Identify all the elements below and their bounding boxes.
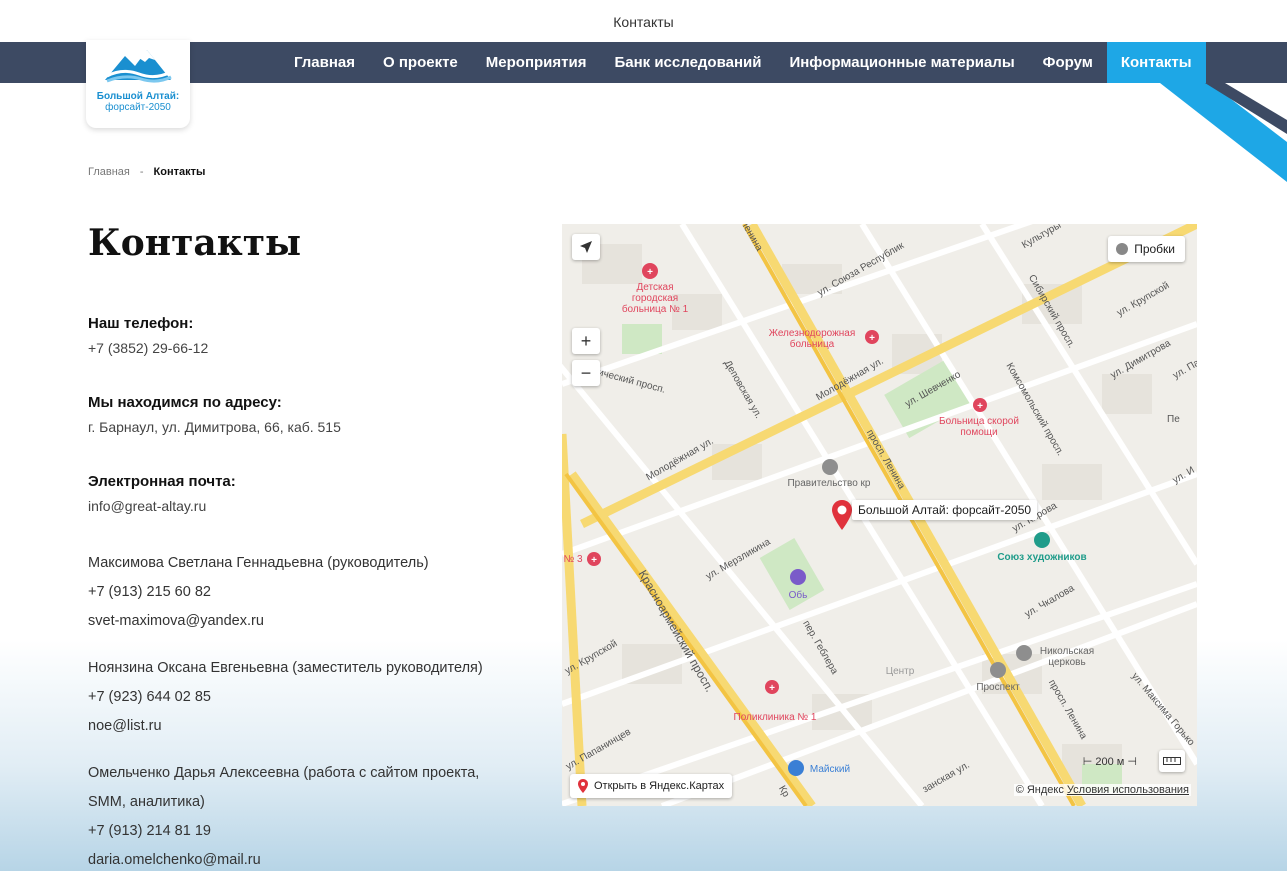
person-phone[interactable]: +7 (913) 215 60 82	[88, 578, 528, 607]
address-block: Мы находимся по адресу: г. Барнаул, ул. …	[88, 391, 528, 439]
map-marker-icon	[578, 779, 588, 793]
person-phone[interactable]: +7 (913) 214 81 19	[88, 817, 528, 846]
breadcrumb-separator: -	[139, 166, 144, 178]
person-name: Ноянзина Оксана Евгеньевна (заместитель …	[88, 660, 483, 676]
email-value[interactable]: info@great-altay.ru	[88, 494, 528, 518]
minus-icon: −	[580, 362, 592, 383]
address-value: г. Барнаул, ул. Димитрова, 66, каб. 515	[88, 419, 341, 435]
phone-block: Наш телефон: +7 (3852) 29-66-12	[88, 312, 528, 360]
nav-menu: Главная О проекте Мероприятия Банк иссле…	[280, 42, 1206, 83]
ruler-icon	[1163, 757, 1181, 765]
person-name: Максимова Светлана Геннадьевна (руководи…	[88, 555, 429, 571]
address-label: Мы находимся по адресу:	[88, 394, 282, 411]
nav-item-home[interactable]: Главная	[280, 42, 369, 83]
breadcrumb: Главная - Контакты	[88, 166, 205, 178]
nav-item-research-bank[interactable]: Банк исследований	[600, 42, 775, 83]
mountains-logo-icon	[105, 50, 172, 83]
district-label: Центр	[885, 666, 915, 677]
person-card: Максимова Светлана Геннадьевна (руководи…	[88, 549, 528, 636]
svg-text:+: +	[977, 401, 983, 412]
person-phone[interactable]: +7 (923) 644 02 85	[88, 683, 528, 712]
poi-childrens-hospital[interactable]: Детская городская больница № 1	[620, 282, 690, 315]
plus-icon: +	[580, 330, 592, 351]
window-title: Контакты	[613, 14, 674, 30]
open-in-yandex-button[interactable]: Открыть в Яндекс.Картах	[570, 774, 733, 798]
map-copyright: © Яндекс Условия использования	[1013, 784, 1191, 796]
navigation-arrow-icon	[580, 241, 592, 253]
yandex-map[interactable]: + + + + + Ленина ул. Союза Республик Культу…	[562, 224, 1197, 806]
logo-subtitle: форсайт-2050	[105, 102, 171, 113]
poi-prospekt[interactable]: Проспект	[968, 682, 1028, 693]
person-email[interactable]: svet-maximova@yandex.ru	[88, 607, 528, 636]
traffic-icon	[1116, 243, 1129, 255]
decorative-stripes	[1160, 83, 1287, 182]
poi-clinic[interactable]: Поликлиника № 1	[730, 712, 820, 723]
location-pin-icon[interactable]	[832, 500, 852, 535]
poi-railway-hospital[interactable]: Железнодорожная больница	[762, 328, 862, 350]
scale-value: 200 м	[1095, 756, 1125, 768]
zoom-out-button[interactable]: −	[572, 360, 600, 386]
nav-item-about[interactable]: О проекте	[369, 42, 472, 83]
svg-text:+: +	[769, 683, 775, 694]
svg-text:+: +	[869, 333, 875, 344]
email-label: Электронная почта:	[88, 473, 236, 490]
logo-title: Большой Алтай:	[96, 91, 180, 102]
poi-emergency-hospital[interactable]: Больница скорой помощи	[934, 416, 1024, 438]
ruler-button[interactable]	[1159, 750, 1185, 772]
nav-item-events[interactable]: Мероприятия	[472, 42, 601, 83]
geolocation-button[interactable]	[572, 234, 600, 260]
site-logo[interactable]: Большой Алтай: форсайт-2050	[86, 40, 190, 128]
breadcrumb-current: Контакты	[153, 166, 206, 178]
zoom-in-button[interactable]: +	[572, 328, 600, 354]
person-name-cont: SMM, аналитика)	[88, 794, 205, 810]
pin-label[interactable]: Большой Алтай: форсайт-2050	[852, 500, 1038, 520]
scale-bar-icon: ⊢	[1082, 756, 1093, 768]
person-name: Омельченко Дарья Алексеевна (работа с са…	[88, 765, 480, 781]
poi-ob[interactable]: Обь	[778, 590, 818, 601]
email-block: Электронная почта: info@great-altay.ru	[88, 470, 528, 518]
terms-link[interactable]: Условия использования	[1067, 784, 1189, 796]
poi-government[interactable]: Правительство кр	[784, 478, 874, 489]
copyright-text: © Яндекс	[1015, 784, 1064, 796]
poi-hospital-3[interactable]: № 3	[562, 554, 584, 565]
person-email[interactable]: daria.omelchenko@mail.ru	[88, 846, 528, 871]
svg-text:+: +	[591, 555, 597, 566]
person-card: Ноянзина Оксана Евгеньевна (заместитель …	[88, 654, 528, 741]
open-in-yandex-label: Открыть в Яндекс.Картах	[594, 780, 725, 792]
page-title: Контакты	[88, 222, 302, 264]
phone-label: Наш телефон:	[88, 315, 194, 332]
traffic-label: Пробки	[1134, 242, 1175, 256]
poi-nikolskaya-church[interactable]: Никольская церковь	[1032, 646, 1102, 668]
person-email[interactable]: noe@list.ru	[88, 712, 528, 741]
breadcrumb-home-link[interactable]: Главная	[88, 166, 130, 178]
nav-item-info-materials[interactable]: Информационные материалы	[775, 42, 1028, 83]
poi-maysky[interactable]: Майский	[800, 764, 860, 775]
contacts-info: Наш телефон: +7 (3852) 29-66-12 Мы наход…	[88, 312, 528, 871]
poi-artists-union[interactable]: Союз художников	[992, 552, 1092, 563]
person-card: Омельченко Дарья Алексеевна (работа с са…	[88, 759, 528, 871]
svg-text:+: +	[647, 267, 653, 278]
phone-value[interactable]: +7 (3852) 29-66-12	[88, 336, 528, 360]
scale-bar-end-icon: ⊣	[1127, 756, 1137, 768]
traffic-button[interactable]: Пробки	[1108, 236, 1185, 262]
map-scale: ⊢ 200 м ⊣	[1083, 755, 1137, 768]
street-label: Пе	[1167, 414, 1180, 425]
